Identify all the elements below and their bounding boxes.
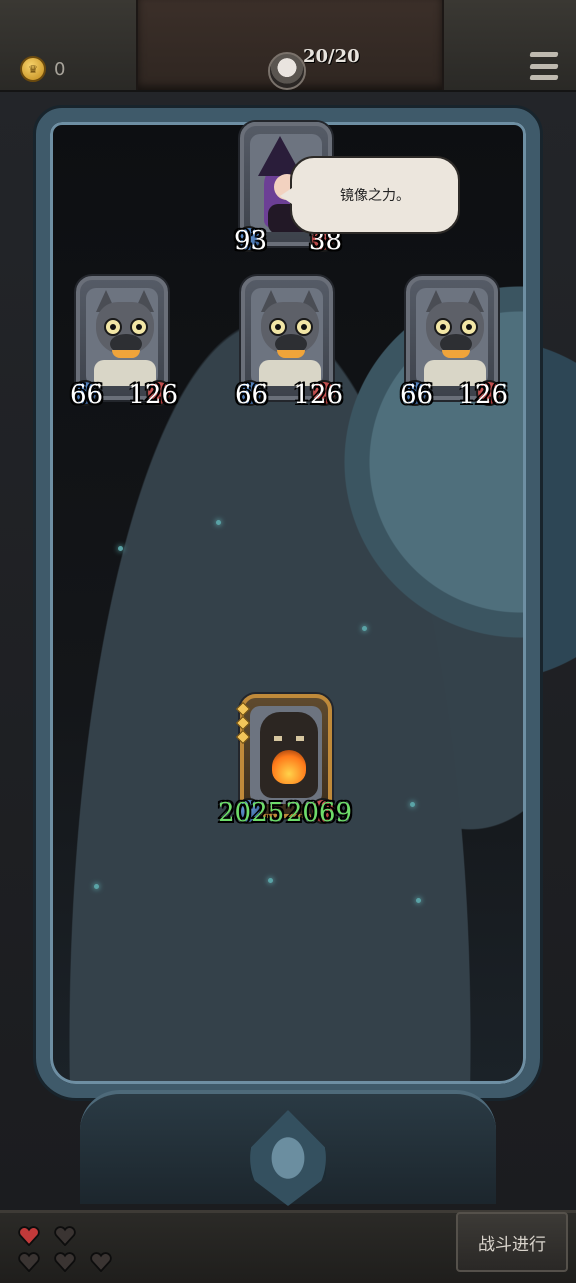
tree-monster-portrait — [250, 706, 322, 804]
enemy-wolf-card[interactable]: 66 126 — [400, 276, 508, 410]
speech-bubble: 镜像之力。 — [280, 156, 460, 234]
heart-icon — [90, 1252, 112, 1273]
wolf-health: 126 — [293, 380, 343, 410]
battle-frame — [36, 108, 540, 1098]
player-card[interactable]: 2025 2069 — [218, 694, 352, 828]
wolf-health: 126 — [128, 380, 178, 410]
hero-hp: 20/20 — [303, 46, 360, 67]
player-health: 2069 — [285, 798, 352, 828]
speech-text: 镜像之力。 — [340, 188, 410, 204]
crown-coin-icon: ♛ — [20, 56, 46, 82]
sparkle — [94, 884, 99, 889]
battle-progress-button[interactable]: 战斗进行 — [456, 1212, 568, 1272]
wolf-portrait — [416, 288, 488, 386]
boss-attack: 93 — [234, 226, 268, 256]
wolf-attack: 66 — [70, 380, 104, 410]
wolf-attack: 66 — [235, 380, 269, 410]
sparkle — [416, 898, 421, 903]
enemy-wolf-card[interactable]: 66 126 — [70, 276, 178, 410]
heart-icon — [18, 1226, 40, 1247]
sparkle — [410, 802, 415, 807]
heart-icon — [54, 1226, 76, 1247]
wolf-attack: 66 — [400, 380, 434, 410]
heart-icon — [54, 1252, 76, 1273]
hamburger-menu-icon[interactable] — [529, 52, 559, 80]
sparkle — [118, 546, 123, 551]
sparkle — [268, 878, 273, 883]
wolf-portrait — [251, 288, 323, 386]
hero-portrait-icon[interactable] — [268, 52, 306, 90]
wolf-health: 126 — [458, 380, 508, 410]
coin-count: 0 — [54, 58, 66, 80]
player-attack: 2025 — [218, 798, 285, 828]
enemy-wolf-card[interactable]: 66 126 — [235, 276, 343, 410]
sparkle — [362, 626, 367, 631]
heart-icon — [18, 1252, 40, 1273]
coin-counter: ♛ 0 — [20, 56, 65, 82]
wolf-portrait — [86, 288, 158, 386]
sparkle — [216, 520, 221, 525]
top-bar: ♛ 0 20/20 — [0, 0, 576, 92]
